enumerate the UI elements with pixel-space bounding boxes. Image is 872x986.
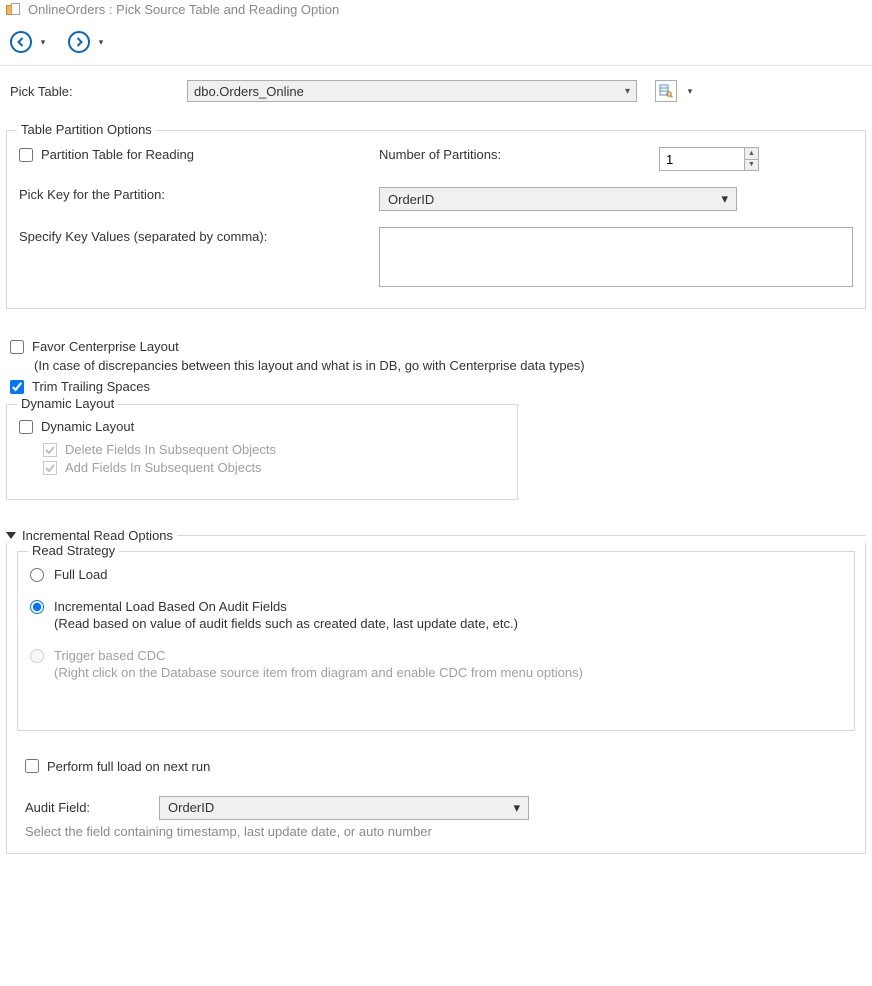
nav-forward-button[interactable] (68, 31, 90, 53)
key-values-textarea[interactable] (379, 227, 853, 287)
nav-back-dropdown[interactable]: ▾ (38, 37, 48, 48)
collapse-triangle-icon (6, 532, 16, 539)
check-icon (43, 461, 57, 475)
incremental-section-header[interactable]: Incremental Read Options (6, 528, 866, 543)
partition-options-group: Table Partition Options Partition Table … (6, 130, 866, 309)
cdc-radio (30, 649, 44, 663)
favor-centerprise-label: Favor Centerprise Layout (32, 339, 179, 354)
nav-back-button[interactable] (10, 31, 32, 53)
full-load-label: Full Load (54, 567, 107, 582)
incremental-load-radio[interactable] (30, 600, 44, 614)
partition-table-label: Partition Table for Reading (41, 147, 194, 162)
spinner-up-icon[interactable]: ▲ (745, 148, 758, 159)
check-icon (43, 443, 57, 457)
nav-forward-dropdown[interactable]: ▾ (96, 37, 106, 48)
divider (177, 535, 866, 536)
incremental-load-desc: (Read based on value of audit fields suc… (54, 615, 518, 633)
num-partitions-input[interactable] (660, 152, 744, 167)
perform-full-load-label: Perform full load on next run (47, 759, 210, 774)
pick-key-label: Pick Key for the Partition: (19, 187, 379, 202)
dynamic-layout-group: Dynamic Layout Dynamic Layout Delete Fie… (6, 404, 518, 500)
window-titlebar: OnlineOrders : Pick Source Table and Rea… (0, 0, 872, 19)
audit-field-hint: Select the field containing timestamp, l… (25, 824, 861, 839)
cdc-label: Trigger based CDC (54, 647, 583, 665)
pick-table-label: Pick Table: (10, 84, 175, 99)
read-strategy-legend: Read Strategy (28, 543, 119, 558)
spinner-down-icon[interactable]: ▼ (745, 159, 758, 171)
favor-centerprise-hint: (In case of discrepancies between this l… (10, 358, 862, 373)
incremental-header-label: Incremental Read Options (22, 528, 173, 543)
delete-fields-label: Delete Fields In Subsequent Objects (65, 442, 276, 457)
app-icon (6, 3, 22, 17)
add-fields-label: Add Fields In Subsequent Objects (65, 460, 262, 475)
inspect-table-dropdown[interactable]: ▾ (685, 86, 695, 97)
pick-table-select[interactable]: dbo.Orders_Online ▾ (187, 80, 637, 102)
chevron-down-icon: ▾ (513, 800, 520, 816)
partition-table-checkbox[interactable] (19, 148, 33, 162)
audit-field-value: OrderID (168, 800, 214, 815)
favor-centerprise-checkbox[interactable] (10, 340, 24, 354)
nav-toolbar: ▾ ▾ (0, 19, 872, 66)
dynamic-layout-checkbox[interactable] (19, 420, 33, 434)
specify-values-label: Specify Key Values (separated by comma): (19, 227, 379, 244)
window-title: OnlineOrders : Pick Source Table and Rea… (28, 2, 339, 17)
incremental-load-label: Incremental Load Based On Audit Fields (54, 598, 518, 616)
dynamic-legend: Dynamic Layout (17, 396, 118, 411)
chevron-down-icon: ▾ (721, 191, 728, 207)
trim-spaces-label: Trim Trailing Spaces (32, 379, 150, 394)
num-partitions-label: Number of Partitions: (379, 147, 659, 162)
chevron-down-icon: ▾ (625, 86, 630, 97)
dynamic-layout-label: Dynamic Layout (41, 419, 134, 434)
perform-full-load-checkbox[interactable] (25, 759, 39, 773)
partition-legend: Table Partition Options (17, 122, 156, 137)
read-strategy-group: Read Strategy Full Load Incremental Load… (17, 551, 855, 731)
pick-key-select[interactable]: OrderID ▾ (379, 187, 737, 211)
pick-table-value: dbo.Orders_Online (194, 84, 304, 99)
pick-key-value: OrderID (388, 192, 434, 207)
inspect-table-button[interactable] (655, 80, 677, 102)
full-load-radio[interactable] (30, 568, 44, 582)
audit-field-select[interactable]: OrderID ▾ (159, 796, 529, 820)
num-partitions-spinner[interactable]: ▲ ▼ (659, 147, 759, 171)
audit-field-label: Audit Field: (25, 800, 145, 815)
incremental-section: Read Strategy Full Load Incremental Load… (6, 543, 866, 854)
cdc-desc: (Right click on the Database source item… (54, 664, 583, 682)
trim-spaces-checkbox[interactable] (10, 380, 24, 394)
